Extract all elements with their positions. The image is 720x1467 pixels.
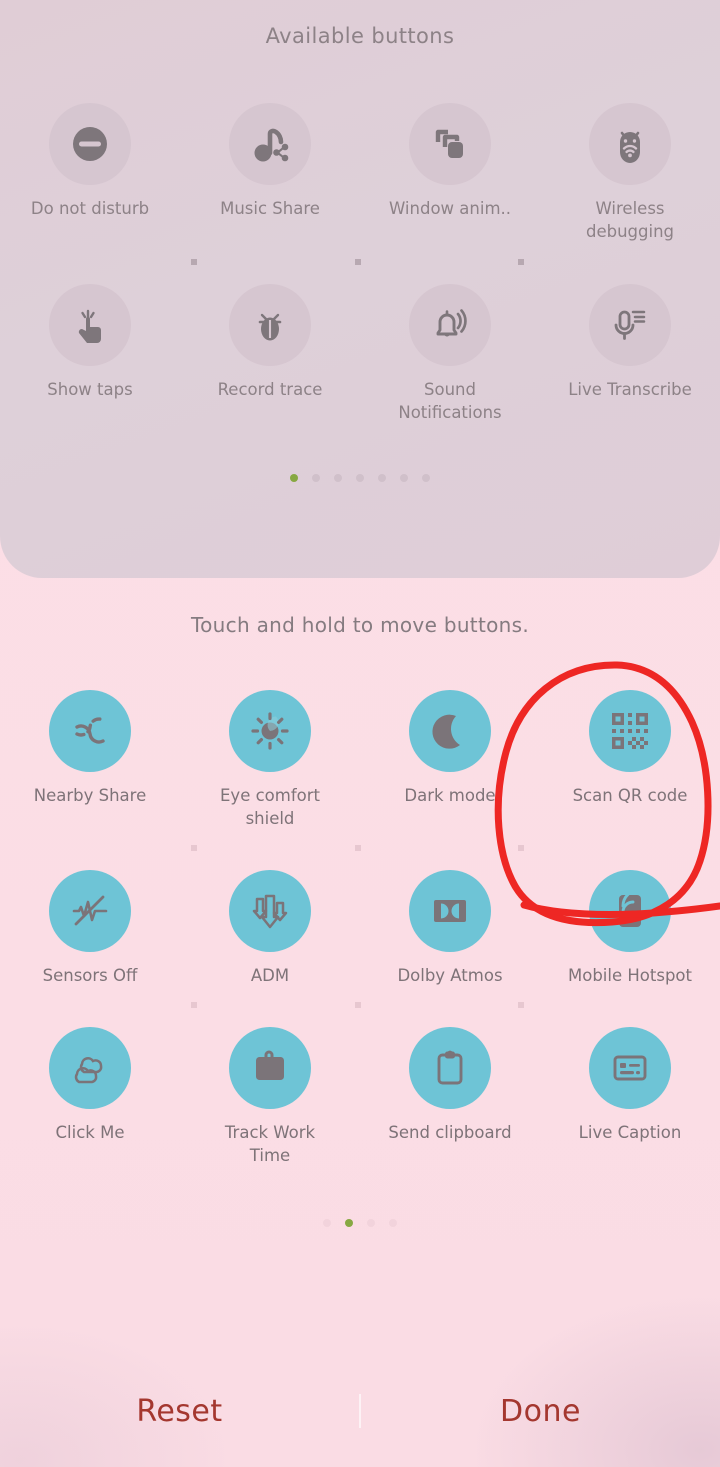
drop-marker (191, 845, 197, 851)
sensors-off-icon[interactable] (49, 870, 131, 952)
track-work-time-briefcase-icon[interactable] (229, 1027, 311, 1109)
tile-music-share[interactable]: Music Share (180, 103, 360, 243)
available-pager[interactable] (0, 474, 720, 482)
tile-send-clipboard[interactable]: Send clipboard (360, 1027, 540, 1167)
wireless-debugging-icon[interactable] (589, 103, 671, 185)
mobile-hotspot-icon[interactable] (589, 870, 671, 952)
tile-label: Send clipboard (388, 1123, 512, 1142)
click-me-cloud-icon[interactable] (49, 1027, 131, 1109)
tile-scan-qr-code[interactable]: Scan QR code (540, 690, 720, 830)
available-row-1: Do not disturb Music Share Window anim..… (0, 103, 720, 243)
drop-marker (191, 259, 197, 265)
tile-label: Mobile Hotspot (568, 966, 692, 985)
tile-live-transcribe[interactable]: Live Transcribe (540, 284, 720, 424)
drop-markers-row (0, 259, 720, 267)
pager-dot[interactable] (356, 474, 364, 482)
tile-eye-comfort-shield[interactable]: Eye comfort shield (180, 690, 360, 830)
tile-label: Show taps (47, 380, 133, 399)
drop-marker (191, 1002, 197, 1008)
current-row-2: Sensors Off ADM Dolby Atmos Mobile Hotsp… (0, 870, 720, 987)
tile-label: Wireless debugging (585, 199, 675, 241)
show-taps-icon[interactable] (49, 284, 131, 366)
drop-marker (355, 845, 361, 851)
live-caption-icon[interactable] (589, 1027, 671, 1109)
pager-dot[interactable] (400, 474, 408, 482)
action-bar: Reset Done (0, 1355, 720, 1467)
tile-label: Click Me (55, 1123, 125, 1142)
adm-arrows-icon[interactable] (229, 870, 311, 952)
move-buttons-hint: Touch and hold to move buttons. (191, 613, 529, 637)
available-row-2: Show taps Record trace Sound Notificatio… (0, 284, 720, 424)
pager-dot[interactable] (312, 474, 320, 482)
tile-label: Live Transcribe (568, 380, 692, 399)
pager-dot[interactable] (323, 1219, 331, 1227)
nearby-share-icon[interactable] (49, 690, 131, 772)
pager-dot[interactable] (389, 1219, 397, 1227)
tile-label: Sound Notifications (398, 380, 502, 422)
tile-label: ADM (250, 966, 290, 985)
live-transcribe-mic-icon[interactable] (589, 284, 671, 366)
drop-marker (518, 259, 524, 265)
dark-mode-moon-icon[interactable] (409, 690, 491, 772)
drop-markers-row (0, 845, 720, 853)
tile-live-caption[interactable]: Live Caption (540, 1027, 720, 1167)
tile-label: Dolby Atmos (397, 966, 503, 985)
tile-click-me[interactable]: Click Me (0, 1027, 180, 1167)
tile-track-work-time[interactable]: Track Work Time (180, 1027, 360, 1167)
tile-label: Live Caption (578, 1123, 682, 1142)
tile-adm[interactable]: ADM (180, 870, 360, 987)
current-row-3: Click Me Track Work Time Send clipboard (0, 1027, 720, 1167)
tile-nearby-share[interactable]: Nearby Share (0, 690, 180, 830)
pager-dot[interactable] (378, 474, 386, 482)
tile-window-animation[interactable]: Window anim.. (360, 103, 540, 243)
tile-dark-mode[interactable]: Dark mode (360, 690, 540, 830)
tile-mobile-hotspot[interactable]: Mobile Hotspot (540, 870, 720, 987)
do-not-disturb-icon[interactable] (49, 103, 131, 185)
tile-record-trace[interactable]: Record trace (180, 284, 360, 424)
drop-marker (518, 1002, 524, 1008)
dolby-atmos-icon[interactable] (409, 870, 491, 952)
tile-label: Nearby Share (33, 786, 147, 805)
reset-button[interactable]: Reset (0, 1394, 359, 1429)
send-clipboard-icon[interactable] (409, 1027, 491, 1109)
eye-comfort-shield-sun-icon[interactable] (229, 690, 311, 772)
pager-dot[interactable] (422, 474, 430, 482)
current-buttons-panel: Nearby Share Eye comfort shield Dark mod… (0, 690, 720, 1227)
drop-markers-row (0, 1002, 720, 1010)
music-share-icon[interactable] (229, 103, 311, 185)
available-buttons-title: Available buttons (265, 24, 455, 48)
tile-label: Record trace (217, 380, 323, 399)
drop-marker (355, 259, 361, 265)
tile-label: Dark mode (404, 786, 496, 805)
action-divider (359, 1394, 361, 1428)
tile-do-not-disturb[interactable]: Do not disturb (0, 103, 180, 243)
tile-label: Do not disturb (30, 199, 150, 218)
pager-dot[interactable] (367, 1219, 375, 1227)
tile-label: Scan QR code (572, 786, 688, 805)
tile-label: Eye comfort shield (220, 786, 320, 828)
pager-dot-active[interactable] (345, 1219, 353, 1227)
record-trace-bug-icon[interactable] (229, 284, 311, 366)
tile-label: Window anim.. (388, 199, 512, 218)
window-animation-icon[interactable] (409, 103, 491, 185)
tile-sensors-off[interactable]: Sensors Off (0, 870, 180, 987)
available-buttons-panel: Available buttons Do not disturb Music S… (0, 0, 720, 578)
tile-sound-notifications[interactable]: Sound Notifications (360, 284, 540, 424)
done-button[interactable]: Done (361, 1394, 720, 1429)
sound-notifications-bell-icon[interactable] (409, 284, 491, 366)
tile-wireless-debugging[interactable]: Wireless debugging (540, 103, 720, 243)
drop-marker (518, 845, 524, 851)
scan-qr-code-icon[interactable] (589, 690, 671, 772)
tile-show-taps[interactable]: Show taps (0, 284, 180, 424)
tile-dolby-atmos[interactable]: Dolby Atmos (360, 870, 540, 987)
current-pager[interactable] (0, 1219, 720, 1227)
pager-dot-active[interactable] (290, 474, 298, 482)
pager-dot[interactable] (334, 474, 342, 482)
tile-label: Track Work Time (224, 1123, 316, 1165)
drop-marker (355, 1002, 361, 1008)
tile-label: Sensors Off (42, 966, 138, 985)
tile-label: Music Share (220, 199, 320, 218)
current-row-1: Nearby Share Eye comfort shield Dark mod… (0, 690, 720, 830)
